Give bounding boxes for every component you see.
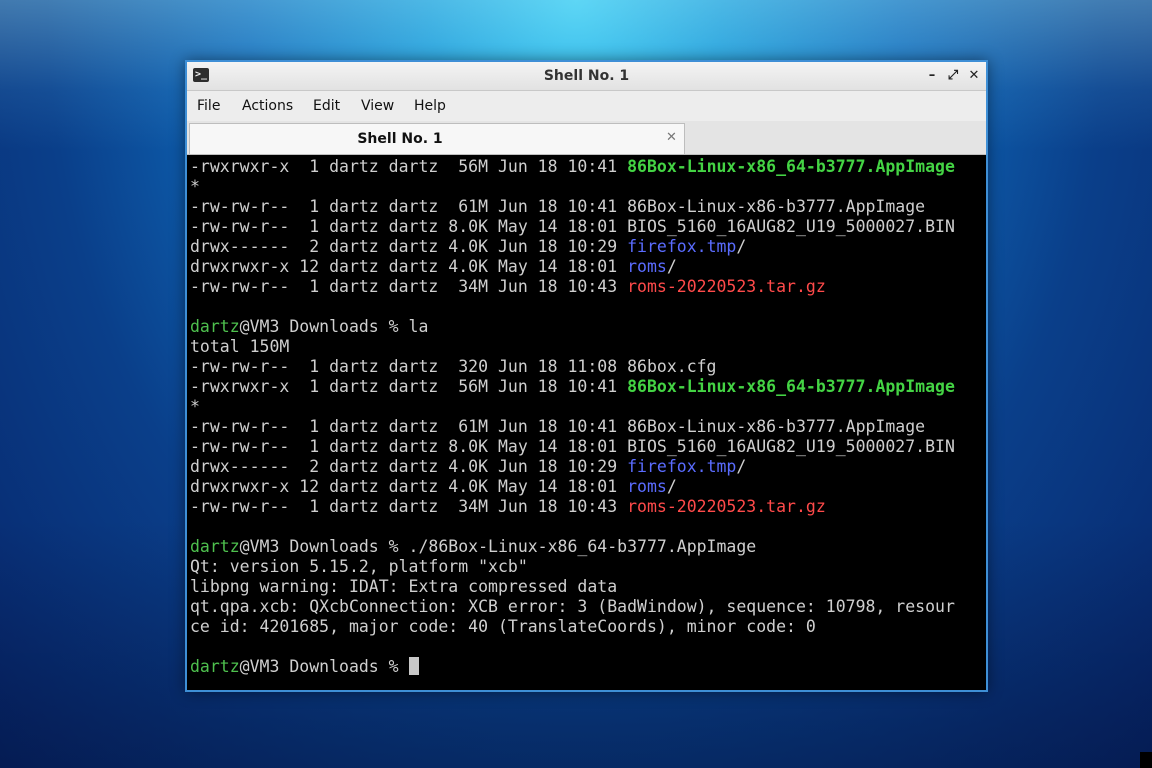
tab-bar: Shell No. 1 ✕	[187, 121, 986, 155]
terminal-colored-text: 86Box-Linux-x86_64-b3777.AppImage	[627, 377, 955, 396]
terminal-line: -rw-rw-r-- 1 dartz dartz 320 Jun 18 11:0…	[190, 357, 955, 377]
terminal-text-segment: -rw-rw-r-- 1 dartz dartz 34M Jun 18 10:4…	[190, 277, 628, 296]
terminal-line: drwxrwxr-x 12 dartz dartz 4.0K May 14 18…	[190, 257, 955, 277]
tab-shell-1[interactable]: Shell No. 1 ✕	[189, 123, 685, 154]
terminal-line: -rwxrwxr-x 1 dartz dartz 56M Jun 18 10:4…	[190, 377, 955, 397]
terminal-colored-text: dartz	[190, 537, 240, 556]
terminal-line: dartz@VM3 Downloads %	[190, 657, 955, 677]
desktop-corner-mark	[1140, 752, 1152, 768]
terminal-text-segment: drwx------ 2 dartz dartz 4.0K Jun 18 10:…	[190, 237, 628, 256]
terminal-output[interactable]: -rwxrwxr-x 1 dartz dartz 56M Jun 18 10:4…	[187, 155, 986, 690]
terminal-text-segment: @VM3 Downloads %	[239, 657, 409, 676]
terminal-text-segment: drwxrwxr-x 12 dartz dartz 4.0K May 14 18…	[190, 477, 628, 496]
terminal-text-segment: -rwxrwxr-x 1 dartz dartz 56M Jun 18 10:4…	[190, 157, 628, 176]
terminal-line: -rw-rw-r-- 1 dartz dartz 8.0K May 14 18:…	[190, 437, 955, 457]
tab-label: Shell No. 1	[357, 131, 443, 147]
terminal-text-segment: drwx------ 2 dartz dartz 4.0K Jun 18 10:…	[190, 457, 628, 476]
terminal-text-segment: drwxrwxr-x 12 dartz dartz 4.0K May 14 18…	[190, 257, 628, 276]
maximize-icon[interactable]: ⤢	[944, 66, 962, 86]
terminal-line: *	[190, 177, 955, 197]
terminal-colored-text: roms-20220523.tar.gz	[627, 277, 826, 296]
window-title: Shell No. 1	[543, 68, 630, 84]
terminal-text-segment: @VM3 Downloads % la	[239, 317, 429, 336]
terminal-text-segment: -rw-rw-r-- 1 dartz dartz 8.0K May 14 18:…	[190, 437, 955, 456]
terminal-colored-text: roms-20220523.tar.gz	[627, 497, 826, 516]
terminal-line: dartz@VM3 Downloads % la	[190, 317, 955, 337]
terminal-line: -rw-rw-r-- 1 dartz dartz 34M Jun 18 10:4…	[190, 277, 955, 297]
terminal-line: drwx------ 2 dartz dartz 4.0K Jun 18 10:…	[190, 457, 955, 477]
title-bar[interactable]: >_ Shell No. 1 – ⤢ ✕	[187, 62, 986, 91]
terminal-line: total 150M	[190, 337, 955, 357]
terminal-colored-text: dartz	[190, 657, 240, 676]
terminal-text-segment: /	[736, 237, 747, 256]
terminal-line: -rw-rw-r-- 1 dartz dartz 8.0K May 14 18:…	[190, 217, 955, 237]
terminal-text-segment: -rw-rw-r-- 1 dartz dartz 8.0K May 14 18:…	[190, 217, 955, 236]
terminal-line: *	[190, 397, 955, 417]
close-icon[interactable]: ✕	[965, 66, 983, 86]
menu-help[interactable]: Help	[414, 98, 446, 114]
terminal-line: Qt: version 5.15.2, platform "xcb"	[190, 557, 955, 577]
tab-close-icon[interactable]: ✕	[666, 130, 677, 145]
terminal-colored-text: firefox.tmp	[627, 237, 737, 256]
terminal-text-segment: Qt: version 5.15.2, platform "xcb"	[190, 557, 528, 576]
menu-file[interactable]: File	[197, 98, 220, 114]
terminal-colored-text: firefox.tmp	[627, 457, 737, 476]
terminal-text-segment: -rw-rw-r-- 1 dartz dartz 34M Jun 18 10:4…	[190, 497, 628, 516]
terminal-text-segment: *	[190, 177, 200, 196]
terminal-line: -rw-rw-r-- 1 dartz dartz 61M Jun 18 10:4…	[190, 417, 955, 437]
terminal-line: drwx------ 2 dartz dartz 4.0K Jun 18 10:…	[190, 237, 955, 257]
terminal-line: -rwxrwxr-x 1 dartz dartz 56M Jun 18 10:4…	[190, 157, 955, 177]
terminal-text-segment: -rw-rw-r-- 1 dartz dartz 320 Jun 18 11:0…	[190, 357, 717, 376]
terminal-line: dartz@VM3 Downloads % ./86Box-Linux-x86_…	[190, 537, 955, 557]
terminal-line: qt.qpa.xcb: QXcbConnection: XCB error: 3…	[190, 597, 955, 617]
terminal-colored-text: roms	[627, 257, 667, 276]
terminal-text-segment: libpng warning: IDAT: Extra compressed d…	[190, 577, 618, 596]
terminal-text-segment: qt.qpa.xcb: QXcbConnection: XCB error: 3…	[190, 597, 955, 616]
menu-edit[interactable]: Edit	[313, 98, 340, 114]
terminal-text-segment: @VM3 Downloads % ./86Box-Linux-x86_64-b3…	[239, 537, 757, 556]
terminal-colored-text: dartz	[190, 317, 240, 336]
terminal-colored-text: 86Box-Linux-x86_64-b3777.AppImage	[627, 157, 955, 176]
terminal-line: libpng warning: IDAT: Extra compressed d…	[190, 577, 955, 597]
terminal-line: -rw-rw-r-- 1 dartz dartz 61M Jun 18 10:4…	[190, 197, 955, 217]
menu-bar: File Actions Edit View Help	[187, 91, 986, 121]
terminal-text-segment: total 150M	[190, 337, 290, 356]
terminal-cursor	[408, 657, 419, 675]
terminal-line: ce id: 4201685, major code: 40 (Translat…	[190, 617, 955, 637]
terminal-text-segment: /	[666, 257, 677, 276]
terminal-text-segment: -rw-rw-r-- 1 dartz dartz 61M Jun 18 10:4…	[190, 197, 926, 216]
terminal-text-segment: ce id: 4201685, major code: 40 (Translat…	[190, 617, 816, 636]
terminal-colored-text: roms	[627, 477, 667, 496]
terminal-text-segment: *	[190, 397, 200, 416]
minimize-icon[interactable]: –	[923, 66, 941, 86]
terminal-text-segment: -rwxrwxr-x 1 dartz dartz 56M Jun 18 10:4…	[190, 377, 628, 396]
terminal-text-segment: /	[666, 477, 677, 496]
terminal-window[interactable]: >_ Shell No. 1 – ⤢ ✕ File Actions Edit V…	[185, 60, 988, 692]
terminal-line: -rw-rw-r-- 1 dartz dartz 34M Jun 18 10:4…	[190, 497, 955, 517]
terminal-line: drwxrwxr-x 12 dartz dartz 4.0K May 14 18…	[190, 477, 955, 497]
terminal-text-segment: -rw-rw-r-- 1 dartz dartz 61M Jun 18 10:4…	[190, 417, 926, 436]
menu-actions[interactable]: Actions	[242, 98, 293, 114]
menu-view[interactable]: View	[361, 98, 394, 114]
terminal-text: -rwxrwxr-x 1 dartz dartz 56M Jun 18 10:4…	[190, 157, 955, 677]
terminal-text-segment: /	[736, 457, 747, 476]
